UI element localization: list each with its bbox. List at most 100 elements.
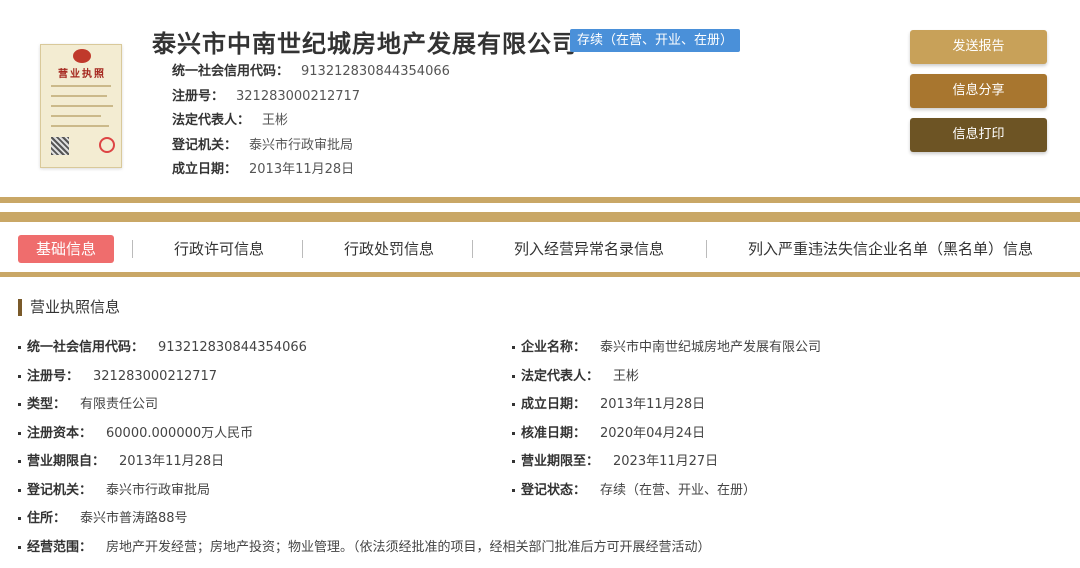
field-value: 泰兴市普涛路88号 — [80, 511, 188, 526]
company-header: 营业执照 泰兴市中南世纪城房地产发展有限公司 存续（在营、开业、在册） 统一社会… — [0, 0, 1080, 196]
field-label: 注册号： — [172, 89, 225, 104]
field-label: 成立日期： — [521, 397, 587, 412]
bullet-icon — [18, 460, 21, 463]
bullet-icon — [18, 375, 21, 378]
info-row-business-scope: 经营范围： 房地产开发经营；房地产投资；物业管理。（依法须经批准的项目，经相关部门… — [18, 536, 711, 555]
info-row-address: 住所： 泰兴市普涛路88号 — [18, 507, 188, 526]
field-value: 2023年11月27日 — [613, 454, 719, 469]
bullet-icon — [512, 346, 515, 349]
license-title: 营业执照 — [58, 69, 106, 80]
license-text-line — [51, 125, 109, 127]
field-value: 913212830844354066 — [158, 340, 307, 355]
national-emblem-icon — [73, 49, 91, 63]
info-row-reg-authority: 登记机关： 泰兴市行政审批局 — [18, 479, 210, 498]
field-label: 注册号： — [27, 369, 80, 384]
field-label: 成立日期： — [172, 162, 238, 177]
share-info-button[interactable]: 信息分享 — [910, 74, 1047, 108]
tab-blacklist[interactable]: 列入严重违法失信企业名单（黑名单）信息 — [748, 235, 1033, 263]
info-row-legal-rep: 法定代表人： 王彬 — [512, 365, 639, 384]
field-value: 321283000212717 — [93, 369, 218, 384]
license-text-line — [51, 115, 101, 117]
header-field-legal-rep: 法定代表人： 王彬 — [172, 109, 288, 128]
field-value: 有限责任公司 — [80, 397, 159, 412]
field-label: 法定代表人： — [172, 113, 251, 128]
field-label: 统一社会信用代码： — [172, 64, 290, 79]
field-value: 321283000212717 — [236, 89, 361, 104]
info-row-reg-status: 登记状态： 存续（在营、开业、在册） — [512, 479, 756, 498]
field-label: 经营范围： — [27, 540, 93, 555]
divider-stripe — [0, 272, 1080, 277]
header-field-credit-code: 统一社会信用代码： 913212830844354066 — [172, 60, 450, 79]
info-row-credit-code: 统一社会信用代码： 913212830844354066 — [18, 336, 307, 355]
field-value: 2013年11月28日 — [119, 454, 225, 469]
field-label: 法定代表人： — [521, 369, 600, 384]
license-thumbnail[interactable]: 营业执照 — [40, 44, 122, 168]
info-row-type: 类型： 有限责任公司 — [18, 393, 158, 412]
field-value: 2013年11月28日 — [249, 162, 355, 177]
bullet-icon — [512, 489, 515, 492]
bullet-icon — [18, 346, 21, 349]
section-title: 营业执照信息 — [18, 299, 120, 316]
info-row-reg-number: 注册号： 321283000212717 — [18, 365, 217, 384]
field-label: 营业期限至： — [521, 454, 600, 469]
tab-divider — [302, 240, 303, 258]
field-value: 60000.000000万人民币 — [106, 426, 254, 441]
info-row-term-to: 营业期限至： 2023年11月27日 — [512, 450, 718, 469]
field-value: 王彬 — [613, 369, 640, 384]
field-value: 王彬 — [262, 113, 289, 128]
tab-divider — [132, 240, 133, 258]
info-row-registered-capital: 注册资本： 60000.000000万人民币 — [18, 422, 253, 441]
field-value: 泰兴市中南世纪城房地产发展有限公司 — [600, 340, 822, 355]
bullet-icon — [512, 375, 515, 378]
field-label: 注册资本： — [27, 426, 93, 441]
field-label: 核准日期： — [521, 426, 587, 441]
header-field-reg-authority: 登记机关： 泰兴市行政审批局 — [172, 134, 353, 153]
field-label: 企业名称： — [521, 340, 587, 355]
license-text-line — [51, 95, 107, 97]
bullet-icon — [18, 546, 21, 549]
status-badge: 存续（在营、开业、在册） — [570, 29, 741, 52]
field-label: 统一社会信用代码： — [27, 340, 145, 355]
bullet-icon — [18, 489, 21, 492]
bullet-icon — [18, 517, 21, 520]
tab-divider — [706, 240, 707, 258]
field-label: 类型： — [27, 397, 67, 412]
divider-stripe — [0, 212, 1080, 222]
header-field-established: 成立日期： 2013年11月28日 — [172, 158, 354, 177]
company-name: 泰兴市中南世纪城房地产发展有限公司 — [152, 30, 577, 58]
field-value: 2013年11月28日 — [600, 397, 706, 412]
bullet-icon — [512, 403, 515, 406]
field-label: 营业期限自： — [27, 454, 106, 469]
send-report-button[interactable]: 发送报告 — [910, 30, 1047, 64]
bullet-icon — [18, 432, 21, 435]
qr-code-icon — [51, 137, 69, 155]
print-info-button[interactable]: 信息打印 — [910, 118, 1047, 152]
tab-divider — [472, 240, 473, 258]
info-row-approval-date: 核准日期： 2020年04月24日 — [512, 422, 705, 441]
info-row-company-name: 企业名称： 泰兴市中南世纪城房地产发展有限公司 — [512, 336, 821, 355]
header-field-reg-number: 注册号： 321283000212717 — [172, 85, 360, 104]
field-value: 存续（在营、开业、在册） — [600, 483, 757, 498]
info-row-established: 成立日期： 2013年11月28日 — [512, 393, 705, 412]
tab-abnormal-operation[interactable]: 列入经营异常名录信息 — [514, 235, 664, 263]
field-value: 泰兴市行政审批局 — [106, 483, 211, 498]
tab-bar: 基础信息 行政许可信息 行政处罚信息 列入经营异常名录信息 列入严重违法失信企业… — [0, 224, 1080, 272]
tab-admin-penalty[interactable]: 行政处罚信息 — [344, 235, 434, 263]
license-text-line — [51, 105, 113, 107]
tab-admin-license[interactable]: 行政许可信息 — [174, 235, 264, 263]
field-label: 住所： — [27, 511, 67, 526]
field-value: 房地产开发经营；房地产投资；物业管理。（依法须经批准的项目，经相关部门批准后方可… — [106, 540, 711, 555]
bullet-icon — [512, 460, 515, 463]
seal-icon — [99, 137, 115, 153]
field-label: 登记机关： — [172, 138, 238, 153]
tab-basic-info[interactable]: 基础信息 — [18, 235, 114, 263]
field-value: 913212830844354066 — [301, 64, 450, 79]
bullet-icon — [18, 403, 21, 406]
field-value: 泰兴市行政审批局 — [249, 138, 354, 153]
info-row-term-from: 营业期限自： 2013年11月28日 — [18, 450, 224, 469]
field-value: 2020年04月24日 — [600, 426, 706, 441]
license-text-line — [51, 85, 111, 87]
bullet-icon — [512, 432, 515, 435]
divider-stripe — [0, 197, 1080, 203]
field-label: 登记机关： — [27, 483, 93, 498]
